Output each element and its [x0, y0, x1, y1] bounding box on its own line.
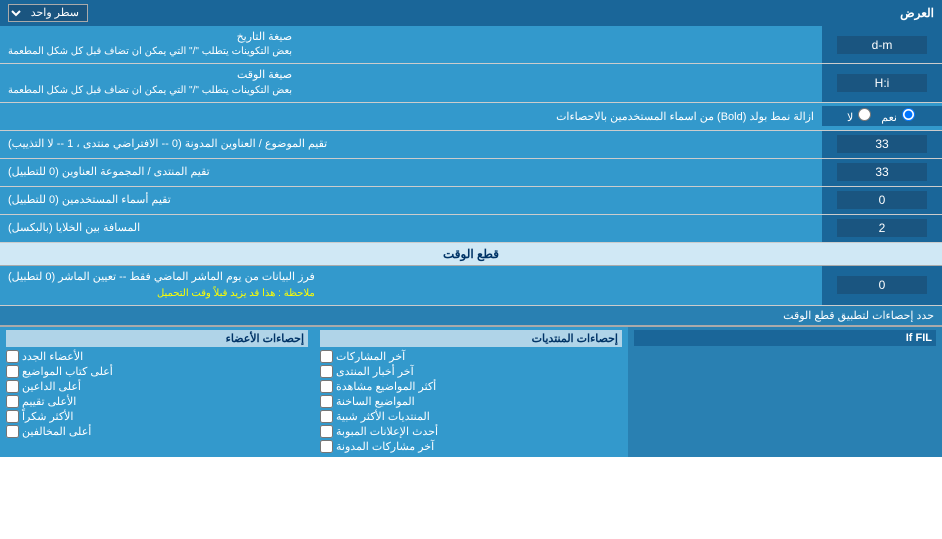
- cb-latest-posts: آخر المشاركات: [320, 349, 622, 364]
- date-format-input-cell: [822, 26, 942, 63]
- cutoff-row: فرز البيانات من يوم الماشر الماضي فقط --…: [0, 266, 942, 306]
- cb-most-thanks: الأكثر شكراً: [6, 409, 308, 424]
- cutoff-header: قطع الوقت: [0, 243, 942, 266]
- space-between-input-cell: [822, 215, 942, 242]
- cb-top-inviters: أعلى الداعين: [6, 379, 308, 394]
- topics-posts-input-cell: [822, 131, 942, 158]
- bottom-checkboxes: If FIL إحصاءات المنتديات آخر المشاركات آ…: [0, 326, 942, 457]
- time-format-label: صيغة الوقت بعض التكوينات يتطلب "/" التي …: [0, 64, 822, 101]
- cb-new-members-check[interactable]: [6, 350, 19, 363]
- date-format-row: صيغة التاريخ بعض التكوينات يتطلب "/" الت…: [0, 26, 942, 64]
- col-empty: If FIL: [628, 327, 942, 457]
- col-forum-title: إحصاءات المنتديات: [320, 330, 622, 347]
- cb-new-members: الأعضاء الجدد: [6, 349, 308, 364]
- col-member-title: إحصاءات الأعضاء: [6, 330, 308, 347]
- cb-most-viewed: أكثر المواضيع مشاهدة: [320, 379, 622, 394]
- header-title: العرض: [900, 6, 934, 20]
- forum-group-label: تقيم المنتدى / المجموعة العناوين (0 للتط…: [0, 159, 822, 186]
- cb-top-inviters-check[interactable]: [6, 380, 19, 393]
- col-member-stats: إحصاءات الأعضاء الأعضاء الجدد أعلى كتاب …: [0, 327, 314, 457]
- main-container: العرض سطر واحد سطران ثلاثة أسطر صيغة الت…: [0, 0, 942, 457]
- date-format-label: صيغة التاريخ بعض التكوينات يتطلب "/" الت…: [0, 26, 822, 63]
- usernames-input-cell: [822, 187, 942, 214]
- time-format-input[interactable]: [837, 74, 927, 92]
- cb-classifieds: أحدث الإعلانات المبوبة: [320, 424, 622, 439]
- col-empty-title: If FIL: [634, 330, 936, 346]
- cb-forum-news-check[interactable]: [320, 365, 333, 378]
- header-row: العرض سطر واحد سطران ثلاثة أسطر: [0, 0, 942, 26]
- cutoff-input[interactable]: [837, 276, 927, 294]
- usernames-label: تقيم أسماء المستخدمين (0 للتطبيل): [0, 187, 822, 214]
- time-format-row: صيغة الوقت بعض التكوينات يتطلب "/" التي …: [0, 64, 942, 102]
- radio-no[interactable]: [858, 108, 871, 121]
- forum-group-input[interactable]: [837, 163, 927, 181]
- cb-most-thanks-check[interactable]: [6, 410, 19, 423]
- cb-top-authors-check[interactable]: [6, 365, 19, 378]
- date-format-input[interactable]: [837, 36, 927, 54]
- limit-row: حدد إحصاءات لتطبيق قطع الوقت: [0, 306, 942, 326]
- bold-radio-part: نعم لا: [822, 106, 942, 126]
- cb-latest-posts-check[interactable]: [320, 350, 333, 363]
- cb-forum-news: آخر أخبار المنتدى: [320, 364, 622, 379]
- bold-label: ازالة نمط بولد (Bold) من اسماء المستخدمي…: [0, 106, 822, 127]
- bold-remove-row: نعم لا ازالة نمط بولد (Bold) من اسماء ال…: [0, 103, 942, 131]
- cb-classifieds-check[interactable]: [320, 425, 333, 438]
- cb-top-rated-check[interactable]: [6, 395, 19, 408]
- radio-yes-label: نعم: [881, 108, 917, 124]
- topics-posts-row: تقيم الموضوع / العناوين المدونة (0 -- ال…: [0, 131, 942, 159]
- display-dropdown[interactable]: سطر واحد سطران ثلاثة أسطر: [8, 4, 88, 22]
- cb-top-authors: أعلى كتاب المواضيع: [6, 364, 308, 379]
- usernames-row: تقيم أسماء المستخدمين (0 للتطبيل): [0, 187, 942, 215]
- cutoff-label: فرز البيانات من يوم الماشر الماضي فقط --…: [0, 266, 822, 305]
- cb-similar-forums: المنتديات الأكثر شبية: [320, 409, 622, 424]
- radio-yes[interactable]: [902, 108, 915, 121]
- cb-blog-posts-check[interactable]: [320, 440, 333, 453]
- usernames-input[interactable]: [837, 191, 927, 209]
- cb-blog-posts: آخر مشاركات المدونة: [320, 439, 622, 454]
- cb-top-violators: أعلى المخالفين: [6, 424, 308, 439]
- cb-hot-topics: المواضيع الساخنة: [320, 394, 622, 409]
- radio-no-label: لا: [847, 108, 873, 124]
- space-between-row: المسافة بين الخلايا (بالبكسل): [0, 215, 942, 243]
- cb-top-violators-check[interactable]: [6, 425, 19, 438]
- col-forum-stats: إحصاءات المنتديات آخر المشاركات آخر أخبا…: [314, 327, 628, 457]
- forum-group-row: تقيم المنتدى / المجموعة العناوين (0 للتط…: [0, 159, 942, 187]
- time-format-input-cell: [822, 64, 942, 101]
- cb-top-rated: الأعلى تقييم: [6, 394, 308, 409]
- cutoff-input-cell: [822, 266, 942, 305]
- space-between-label: المسافة بين الخلايا (بالبكسل): [0, 215, 822, 242]
- topics-posts-input[interactable]: [837, 135, 927, 153]
- topics-posts-label: تقيم الموضوع / العناوين المدونة (0 -- ال…: [0, 131, 822, 158]
- cb-most-viewed-check[interactable]: [320, 380, 333, 393]
- space-between-input[interactable]: [837, 219, 927, 237]
- cb-similar-forums-check[interactable]: [320, 410, 333, 423]
- forum-group-input-cell: [822, 159, 942, 186]
- cb-hot-topics-check[interactable]: [320, 395, 333, 408]
